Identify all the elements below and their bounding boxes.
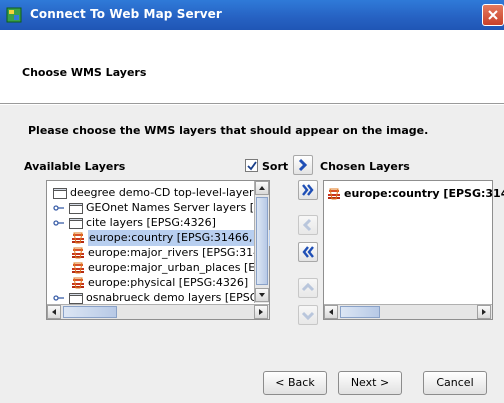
title-bar: Connect To Web Map Server [0, 0, 504, 30]
horizontal-scroll-thumb[interactable] [340, 306, 380, 318]
layer-icon [72, 247, 84, 259]
double-chevron-right-icon [302, 184, 314, 196]
tree-node[interactable]: deegree demo-CD top-level-layer [E [47, 185, 268, 201]
arrow-right-icon [482, 309, 486, 315]
tree-expand-icon[interactable] [53, 203, 65, 213]
list-item[interactable]: europe:country [EPSG:314 [324, 186, 504, 202]
add-button[interactable] [293, 155, 313, 175]
chevron-right-icon [298, 158, 308, 172]
available-layers-label: Available Layers [24, 160, 126, 173]
tree-node[interactable]: cite layers [EPSG:4326] [47, 215, 253, 231]
layer-icon [328, 188, 340, 200]
wizard-header: Choose WMS Layers [0, 30, 504, 104]
list-item-label: europe:country [EPSG:314 [344, 187, 504, 200]
instruction-text: Please choose the WMS layers that should… [28, 124, 429, 137]
tree-node-label: europe:major_urban_places [EP [88, 261, 262, 274]
double-chevron-left-icon [302, 246, 314, 258]
layer-icon [72, 232, 84, 244]
folder-icon [69, 293, 83, 304]
arrow-left-icon [329, 309, 333, 315]
scroll-down-button[interactable] [255, 288, 269, 302]
tree-node-label: europe:major_rivers [EPSG:3146 [88, 246, 268, 259]
next-button[interactable]: Next > [338, 371, 402, 395]
layer-icon [72, 262, 84, 274]
tree-node[interactable]: europe:country [EPSG:31466, EP [47, 230, 271, 246]
back-button[interactable]: < Back [263, 371, 327, 395]
window-title: Connect To Web Map Server [30, 7, 222, 21]
arrow-up-icon [259, 186, 265, 190]
scroll-up-button[interactable] [255, 181, 269, 195]
tree-node-label: cite layers [EPSG:4326] [86, 216, 216, 229]
add-all-button[interactable] [298, 180, 318, 200]
checkmark-icon [247, 161, 257, 171]
tree-node[interactable]: GEOnet Names Server layers [E [47, 200, 261, 216]
vertical-scroll-thumb[interactable] [256, 197, 268, 285]
app-icon [6, 7, 22, 23]
close-button[interactable] [482, 4, 504, 26]
scroll-right-button[interactable] [254, 305, 268, 319]
chevron-left-icon [302, 218, 312, 232]
arrow-down-icon [259, 293, 265, 297]
layer-icon [72, 277, 84, 289]
sort-label: Sort [262, 160, 289, 173]
tree-node[interactable]: europe:major_rivers [EPSG:3146 [47, 245, 267, 261]
chosen-layers-list[interactable]: europe:country [EPSG:314 [323, 180, 504, 320]
close-icon [488, 10, 498, 20]
tree-node[interactable]: europe:physical [EPSG:4326] [47, 275, 253, 291]
move-down-button[interactable] [298, 305, 318, 325]
remove-all-button[interactable] [298, 242, 318, 262]
wizard-body: Please choose the WMS layers that should… [0, 105, 504, 403]
folder-icon [53, 188, 67, 199]
chosen-layers-label: Chosen Layers [320, 160, 410, 173]
arrow-left-icon [52, 309, 56, 315]
tree-node-label: deegree demo-CD top-level-layer [E [70, 186, 269, 199]
available-vertical-scrollbar[interactable] [254, 181, 269, 303]
tree-expand-icon[interactable] [53, 293, 65, 303]
remove-button[interactable] [298, 215, 318, 235]
tree-node[interactable]: europe:major_urban_places [EP [47, 260, 262, 276]
cancel-button[interactable]: Cancel [423, 371, 487, 395]
sort-checkbox[interactable] [245, 159, 258, 172]
chosen-horizontal-scrollbar[interactable] [324, 304, 492, 319]
scroll-left-button[interactable] [324, 305, 338, 319]
horizontal-scroll-thumb[interactable] [63, 306, 117, 318]
page-title: Choose WMS Layers [22, 66, 147, 79]
chevron-down-icon [301, 311, 315, 321]
folder-icon [69, 203, 83, 214]
tree-expand-icon[interactable] [53, 218, 65, 228]
chevron-up-icon [301, 282, 315, 292]
available-horizontal-scrollbar[interactable] [47, 304, 269, 319]
available-layers-tree[interactable]: deegree demo-CD top-level-layer [E GEOnet… [46, 180, 271, 320]
move-up-button[interactable] [298, 278, 318, 298]
scroll-left-button[interactable] [47, 305, 61, 319]
arrow-right-icon [259, 309, 263, 315]
scroll-right-button[interactable] [477, 305, 491, 319]
tree-node-label: europe:physical [EPSG:4326] [88, 276, 249, 289]
folder-icon [69, 218, 83, 229]
tree-node-label: GEOnet Names Server layers [E [86, 201, 261, 214]
tree-node-label: europe:country [EPSG:31466, EP [88, 230, 271, 246]
